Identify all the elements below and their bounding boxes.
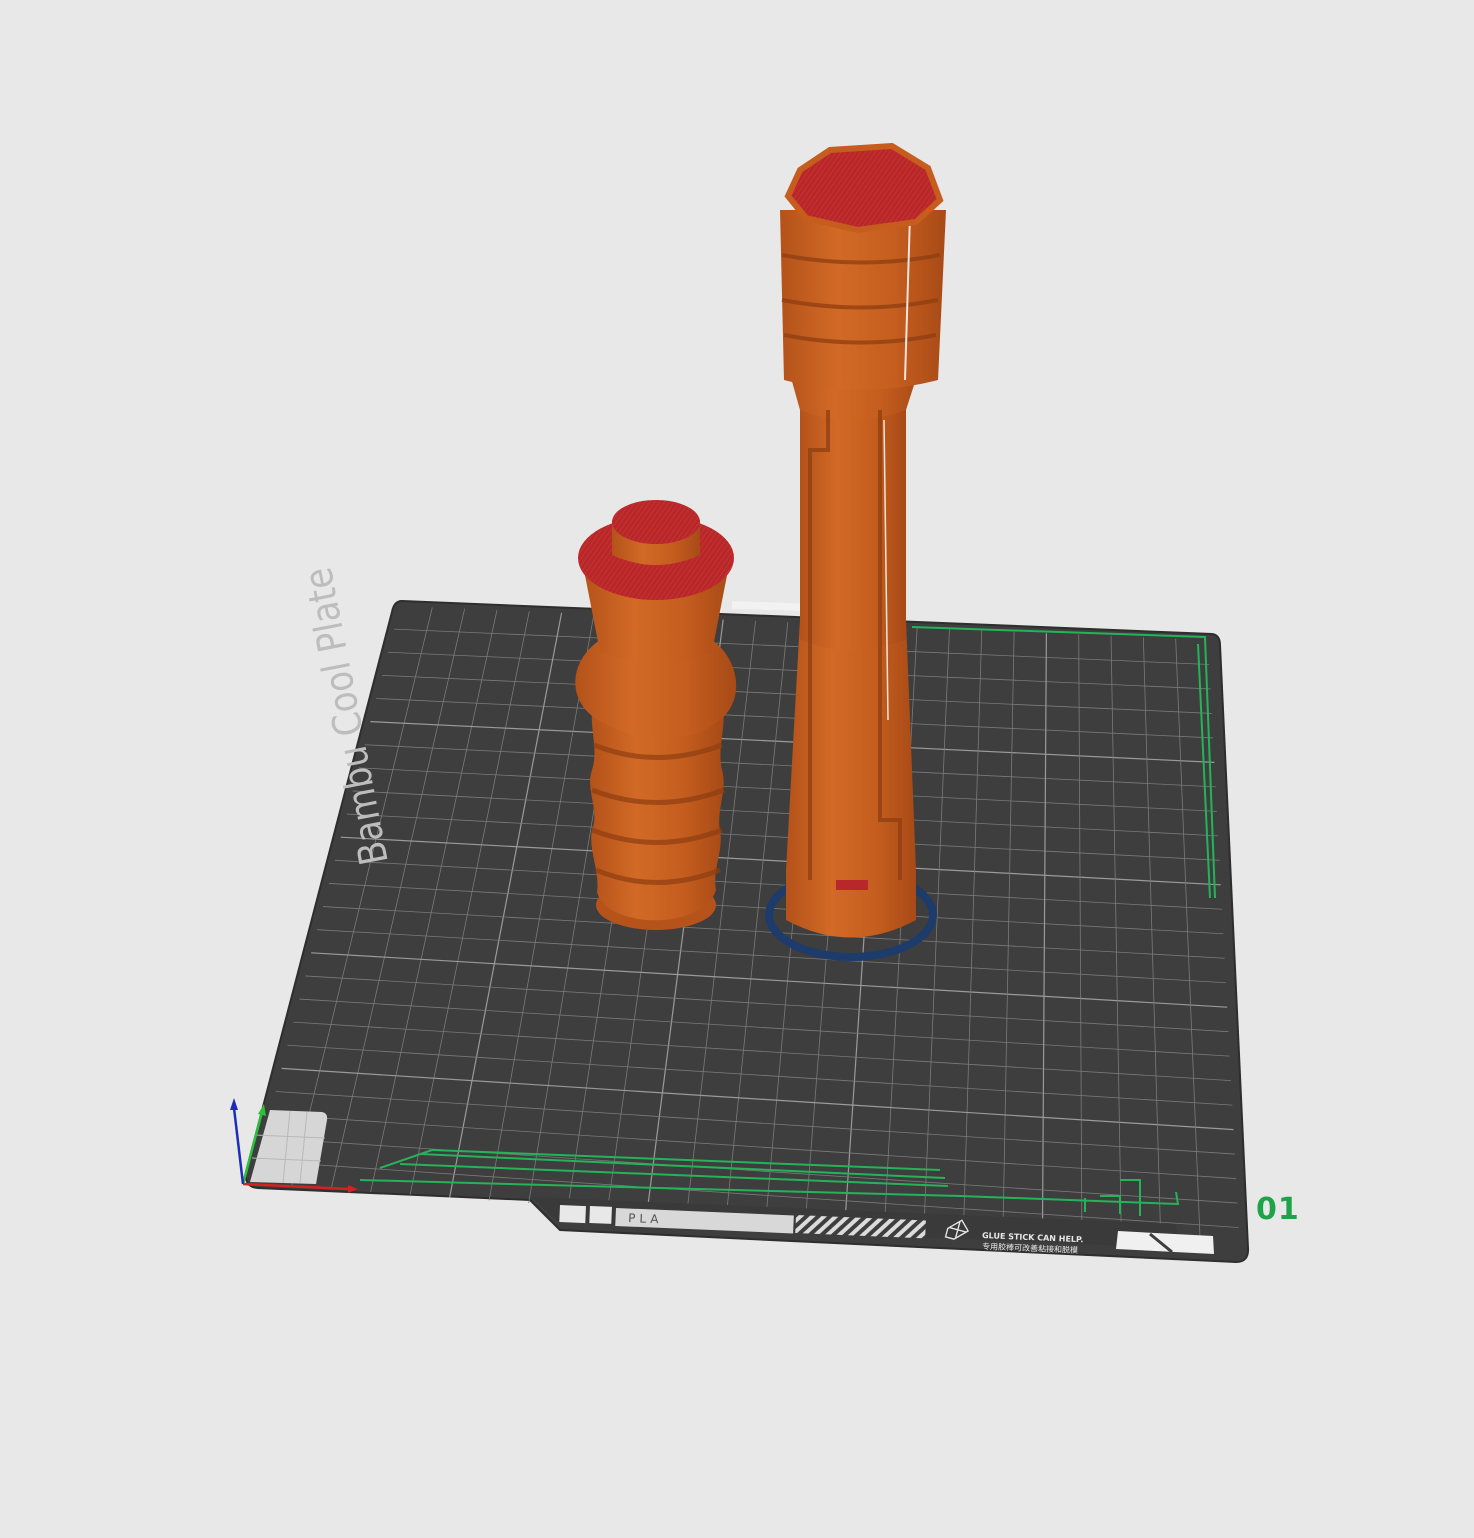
build-plate[interactable]: PLA ⌫ GLUE STICK CAN HELP. 专用胶棒可改善粘接和脱模 … <box>244 564 1250 1264</box>
grip-spigot-top <box>612 500 700 544</box>
short-grip-part[interactable] <box>575 500 737 930</box>
3d-viewport[interactable]: PLA ⌫ GLUE STICK CAN HELP. 专用胶棒可改善粘接和脱模 … <box>0 0 1474 1533</box>
handle-collar <box>780 210 946 390</box>
qr-icon <box>589 1206 612 1224</box>
handle-lower <box>786 620 916 888</box>
handle-top-face <box>784 142 944 234</box>
bambu-logo-icon <box>559 1205 586 1224</box>
filament-label: PLA <box>628 1211 663 1226</box>
handle-shaft <box>800 400 906 650</box>
plate-number[interactable]: 01 <box>1256 1192 1300 1227</box>
axis-z <box>232 1107 245 1185</box>
